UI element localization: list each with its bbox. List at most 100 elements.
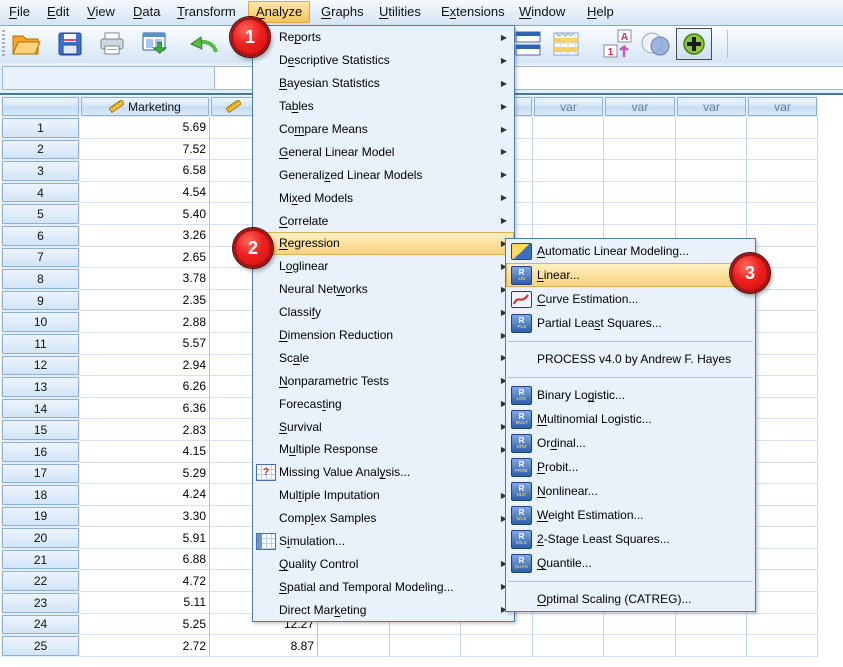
row-number-cell[interactable]: 6 xyxy=(2,226,79,246)
grid-corner-cell[interactable] xyxy=(2,97,79,116)
regression-submenu-item-linear[interactable]: RLINLinear... xyxy=(506,263,755,287)
data-cell-marketing[interactable]: 5.25 xyxy=(80,614,210,636)
row-number-cell[interactable]: 19 xyxy=(2,507,79,527)
regression-submenu-item-automatic-linear-modeling[interactable]: Automatic Linear Modeling... xyxy=(506,239,755,263)
menubar-item-extensions[interactable]: Extensions xyxy=(434,1,512,23)
menubar-item-graphs[interactable]: Graphs xyxy=(314,1,371,23)
empty-cell[interactable] xyxy=(604,182,676,204)
empty-cell[interactable] xyxy=(461,635,533,657)
analyze-menu-item-reports[interactable]: Reports▶ xyxy=(253,26,514,49)
analyze-menu-item-bayesian-statistics[interactable]: Bayesian Statistics▶ xyxy=(253,72,514,95)
empty-cell[interactable] xyxy=(676,160,747,182)
data-cell-marketing[interactable]: 2.35 xyxy=(80,290,210,312)
empty-cell[interactable] xyxy=(676,614,747,636)
regression-submenu-item-binary-logistic[interactable]: RLOGBinary Logistic... xyxy=(506,383,755,407)
empty-cell[interactable] xyxy=(676,182,747,204)
menubar-item-view[interactable]: View xyxy=(80,1,122,23)
analyze-menu-item-missing-value-analysis[interactable]: ?Missing Value Analysis... xyxy=(253,461,514,484)
empty-cell[interactable] xyxy=(747,441,818,463)
save-icon[interactable] xyxy=(52,29,88,59)
regression-submenu-item-partial-least-squares[interactable]: RPLSPartial Least Squares... xyxy=(506,311,755,335)
data-cell[interactable]: 8.87 xyxy=(210,635,318,657)
row-number-cell[interactable]: 17 xyxy=(2,464,79,484)
analyze-menu-item-regression[interactable]: Regression▶ xyxy=(253,232,514,255)
empty-cell[interactable] xyxy=(747,333,818,355)
empty-cell[interactable] xyxy=(533,203,604,225)
data-cell-marketing[interactable]: 4.72 xyxy=(80,570,210,592)
split-file-icon[interactable] xyxy=(510,29,546,59)
show-all-variables-icon[interactable] xyxy=(676,29,712,59)
analyze-menu-item-multiple-imputation[interactable]: Multiple Imputation▶ xyxy=(253,484,514,507)
regression-submenu-item-curve-estimation[interactable]: Curve Estimation... xyxy=(506,287,755,311)
empty-cell[interactable] xyxy=(747,225,818,247)
data-cell-marketing[interactable]: 5.91 xyxy=(80,527,210,549)
data-cell-marketing[interactable]: 6.36 xyxy=(80,398,210,420)
analyze-menu-item-neural-networks[interactable]: Neural Networks▶ xyxy=(253,278,514,301)
row-number-cell[interactable]: 21 xyxy=(2,550,79,570)
regression-submenu-item-quantile[interactable]: RQUANQuantile... xyxy=(506,551,755,575)
data-cell-marketing[interactable]: 4.54 xyxy=(80,182,210,204)
empty-cell[interactable] xyxy=(747,160,818,182)
analyze-menu-item-spatial-and-temporal-modeling[interactable]: Spatial and Temporal Modeling...▶ xyxy=(253,575,514,598)
analyze-menu-item-general-linear-model[interactable]: General Linear Model▶ xyxy=(253,140,514,163)
row-number-cell[interactable]: 4 xyxy=(2,183,79,203)
empty-cell[interactable] xyxy=(747,549,818,571)
empty-cell[interactable] xyxy=(533,614,604,636)
data-cell-marketing[interactable]: 3.30 xyxy=(80,506,210,528)
empty-cell[interactable] xyxy=(747,398,818,420)
analyze-menu-item-dimension-reduction[interactable]: Dimension Reduction▶ xyxy=(253,324,514,347)
empty-cell[interactable] xyxy=(676,635,747,657)
empty-cell[interactable] xyxy=(747,592,818,614)
empty-cell[interactable] xyxy=(747,506,818,528)
menubar-item-file[interactable]: File xyxy=(2,1,37,23)
data-cell-marketing[interactable]: 7.52 xyxy=(80,139,210,161)
empty-cell[interactable] xyxy=(747,203,818,225)
empty-cell[interactable] xyxy=(533,139,604,161)
data-cell-marketing[interactable]: 4.15 xyxy=(80,441,210,463)
regression-submenu-item-multinomial-logistic[interactable]: RMULTMultinomial Logistic... xyxy=(506,407,755,431)
empty-cell[interactable] xyxy=(747,182,818,204)
analyze-menu-item-forecasting[interactable]: Forecasting▶ xyxy=(253,392,514,415)
empty-cell[interactable] xyxy=(676,203,747,225)
empty-cell[interactable] xyxy=(747,355,818,377)
undo-icon[interactable] xyxy=(186,29,222,59)
analyze-menu-item-mixed-models[interactable]: Mixed Models▶ xyxy=(253,186,514,209)
data-cell-marketing[interactable]: 5.40 xyxy=(80,203,210,225)
analyze-menu-item-loglinear[interactable]: Loglinear▶ xyxy=(253,255,514,278)
empty-cell[interactable] xyxy=(747,635,818,657)
data-cell-marketing[interactable]: 2.65 xyxy=(80,247,210,269)
menubar-item-window[interactable]: Window xyxy=(512,1,572,23)
row-number-cell[interactable]: 5 xyxy=(2,204,79,224)
row-number-cell[interactable]: 11 xyxy=(2,334,79,354)
column-header-var[interactable]: var xyxy=(748,97,817,116)
empty-cell[interactable] xyxy=(604,614,676,636)
row-number-cell[interactable]: 2 xyxy=(2,140,79,160)
empty-cell[interactable] xyxy=(604,635,676,657)
analyze-menu-item-correlate[interactable]: Correlate▶ xyxy=(253,209,514,232)
row-number-cell[interactable]: 13 xyxy=(2,377,79,397)
data-cell-marketing[interactable]: 2.72 xyxy=(80,635,210,657)
analyze-menu-item-scale[interactable]: Scale▶ xyxy=(253,346,514,369)
data-cell-marketing[interactable]: 2.94 xyxy=(80,355,210,377)
data-cell-marketing[interactable]: 6.26 xyxy=(80,376,210,398)
analyze-menu-item-nonparametric-tests[interactable]: Nonparametric Tests▶ xyxy=(253,369,514,392)
menubar-item-utilities[interactable]: Utilities xyxy=(372,1,428,23)
empty-cell[interactable] xyxy=(747,463,818,485)
empty-cell[interactable] xyxy=(604,203,676,225)
column-header-var[interactable]: var xyxy=(534,97,603,116)
menubar-item-data[interactable]: Data xyxy=(126,1,167,23)
use-variable-sets-icon[interactable] xyxy=(638,29,674,59)
empty-cell[interactable] xyxy=(747,527,818,549)
data-cell-marketing[interactable]: 2.88 xyxy=(80,311,210,333)
row-number-cell[interactable]: 3 xyxy=(2,161,79,181)
regression-submenu-item-optimal-scaling-catreg[interactable]: Optimal Scaling (CATREG)... xyxy=(506,587,755,611)
print-icon[interactable] xyxy=(94,29,130,59)
empty-cell[interactable] xyxy=(747,376,818,398)
row-number-cell[interactable]: 15 xyxy=(2,420,79,440)
analyze-menu-item-complex-samples[interactable]: Complex Samples▶ xyxy=(253,507,514,530)
empty-cell[interactable] xyxy=(533,635,604,657)
data-cell-marketing[interactable]: 3.26 xyxy=(80,225,210,247)
regression-submenu-item-ordinal[interactable]: RORDOrdinal... xyxy=(506,431,755,455)
row-number-cell[interactable]: 25 xyxy=(2,636,79,656)
analyze-menu-item-quality-control[interactable]: Quality Control▶ xyxy=(253,552,514,575)
